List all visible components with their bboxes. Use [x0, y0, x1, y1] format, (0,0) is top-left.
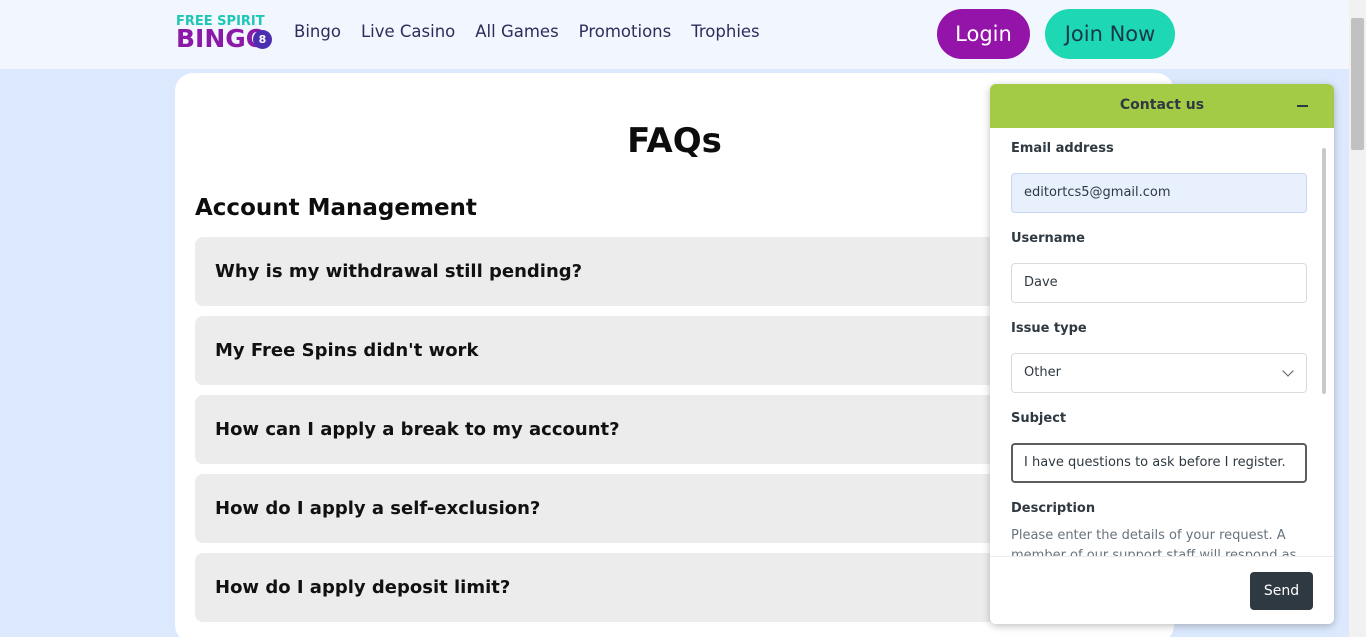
- page-scroll-thumb[interactable]: [1351, 18, 1364, 150]
- join-now-button[interactable]: Join Now: [1045, 9, 1175, 59]
- contact-form: Email address editortcs5@gmail.com Usern…: [990, 128, 1334, 556]
- faq-question: Why is my withdrawal still pending?: [215, 261, 583, 282]
- faq-question: My Free Spins didn't work: [215, 340, 479, 361]
- faq-question: How do I apply a self-exclusion?: [215, 498, 541, 519]
- nav-item-trophies[interactable]: Trophies: [691, 22, 759, 41]
- minimize-icon[interactable]: [1297, 105, 1308, 107]
- contact-widget-footer: Send: [990, 556, 1334, 624]
- login-button[interactable]: Login: [937, 9, 1030, 59]
- subject-label: Subject: [1011, 411, 1067, 426]
- issue-type-value: Other: [1024, 365, 1061, 380]
- issue-type-label: Issue type: [1011, 321, 1087, 336]
- username-label: Username: [1011, 231, 1085, 246]
- logo-ball-icon: 8: [253, 30, 272, 49]
- page-scrollbar[interactable]: [1349, 0, 1366, 637]
- email-label: Email address: [1011, 141, 1114, 156]
- contact-widget: Contact us Email address editortcs5@gmai…: [990, 84, 1334, 624]
- site-logo[interactable]: FREE SPIRIT BINGO 8: [176, 14, 274, 54]
- username-field[interactable]: Dave: [1011, 263, 1307, 303]
- top-navbar: FREE SPIRIT BINGO 8 Bingo Live Casino Al…: [0, 0, 1349, 69]
- faq-question: How can I apply a break to my account?: [215, 419, 620, 440]
- description-label: Description: [1011, 501, 1096, 516]
- description-field[interactable]: Please enter the details of your request…: [1011, 526, 1301, 556]
- form-scrollbar[interactable]: [1322, 148, 1326, 394]
- nav-item-promotions[interactable]: Promotions: [579, 22, 672, 41]
- main-nav: Bingo Live Casino All Games Promotions T…: [294, 22, 780, 41]
- nav-item-all-games[interactable]: All Games: [475, 22, 558, 41]
- section-title: Account Management: [195, 195, 477, 221]
- subject-field[interactable]: I have questions to ask before I registe…: [1011, 443, 1307, 483]
- contact-widget-header: Contact us: [990, 84, 1334, 128]
- issue-type-select[interactable]: Other: [1011, 353, 1307, 393]
- nav-item-live-casino[interactable]: Live Casino: [361, 22, 455, 41]
- chevron-down-icon: [1282, 365, 1294, 377]
- send-button[interactable]: Send: [1250, 572, 1313, 610]
- contact-widget-title: Contact us: [1119, 97, 1205, 113]
- nav-item-bingo[interactable]: Bingo: [294, 22, 341, 41]
- faq-question: How do I apply deposit limit?: [215, 577, 511, 598]
- email-field[interactable]: editortcs5@gmail.com: [1011, 173, 1307, 213]
